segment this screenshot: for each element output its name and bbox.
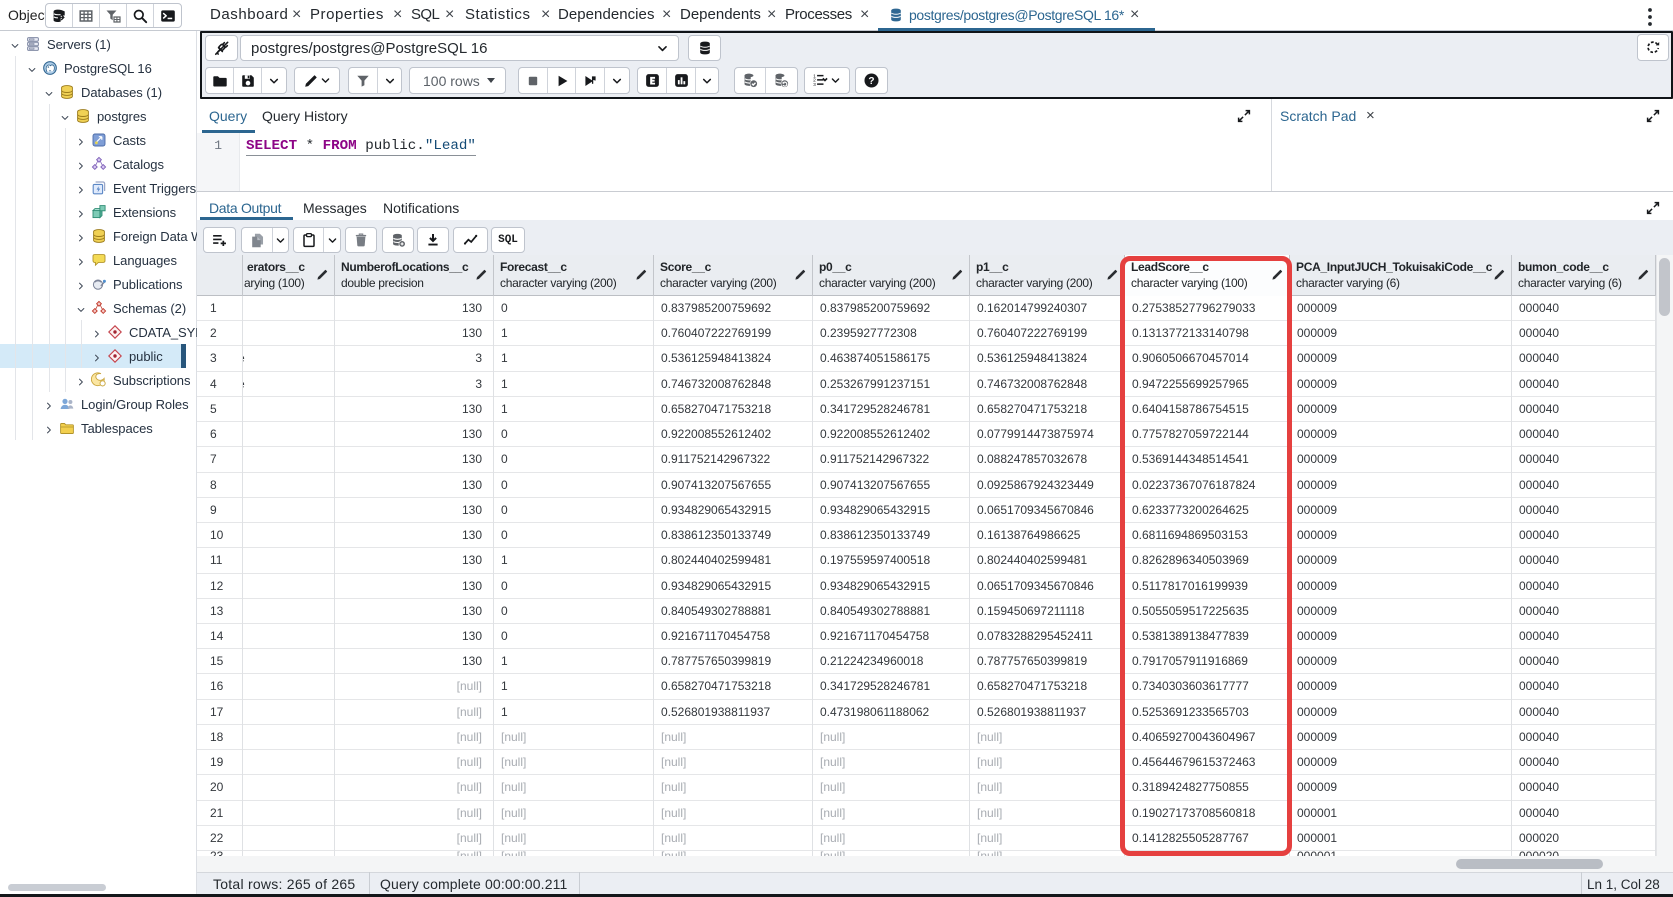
svg-text:?: ? bbox=[868, 76, 874, 87]
svg-text:3: 3 bbox=[813, 82, 816, 88]
